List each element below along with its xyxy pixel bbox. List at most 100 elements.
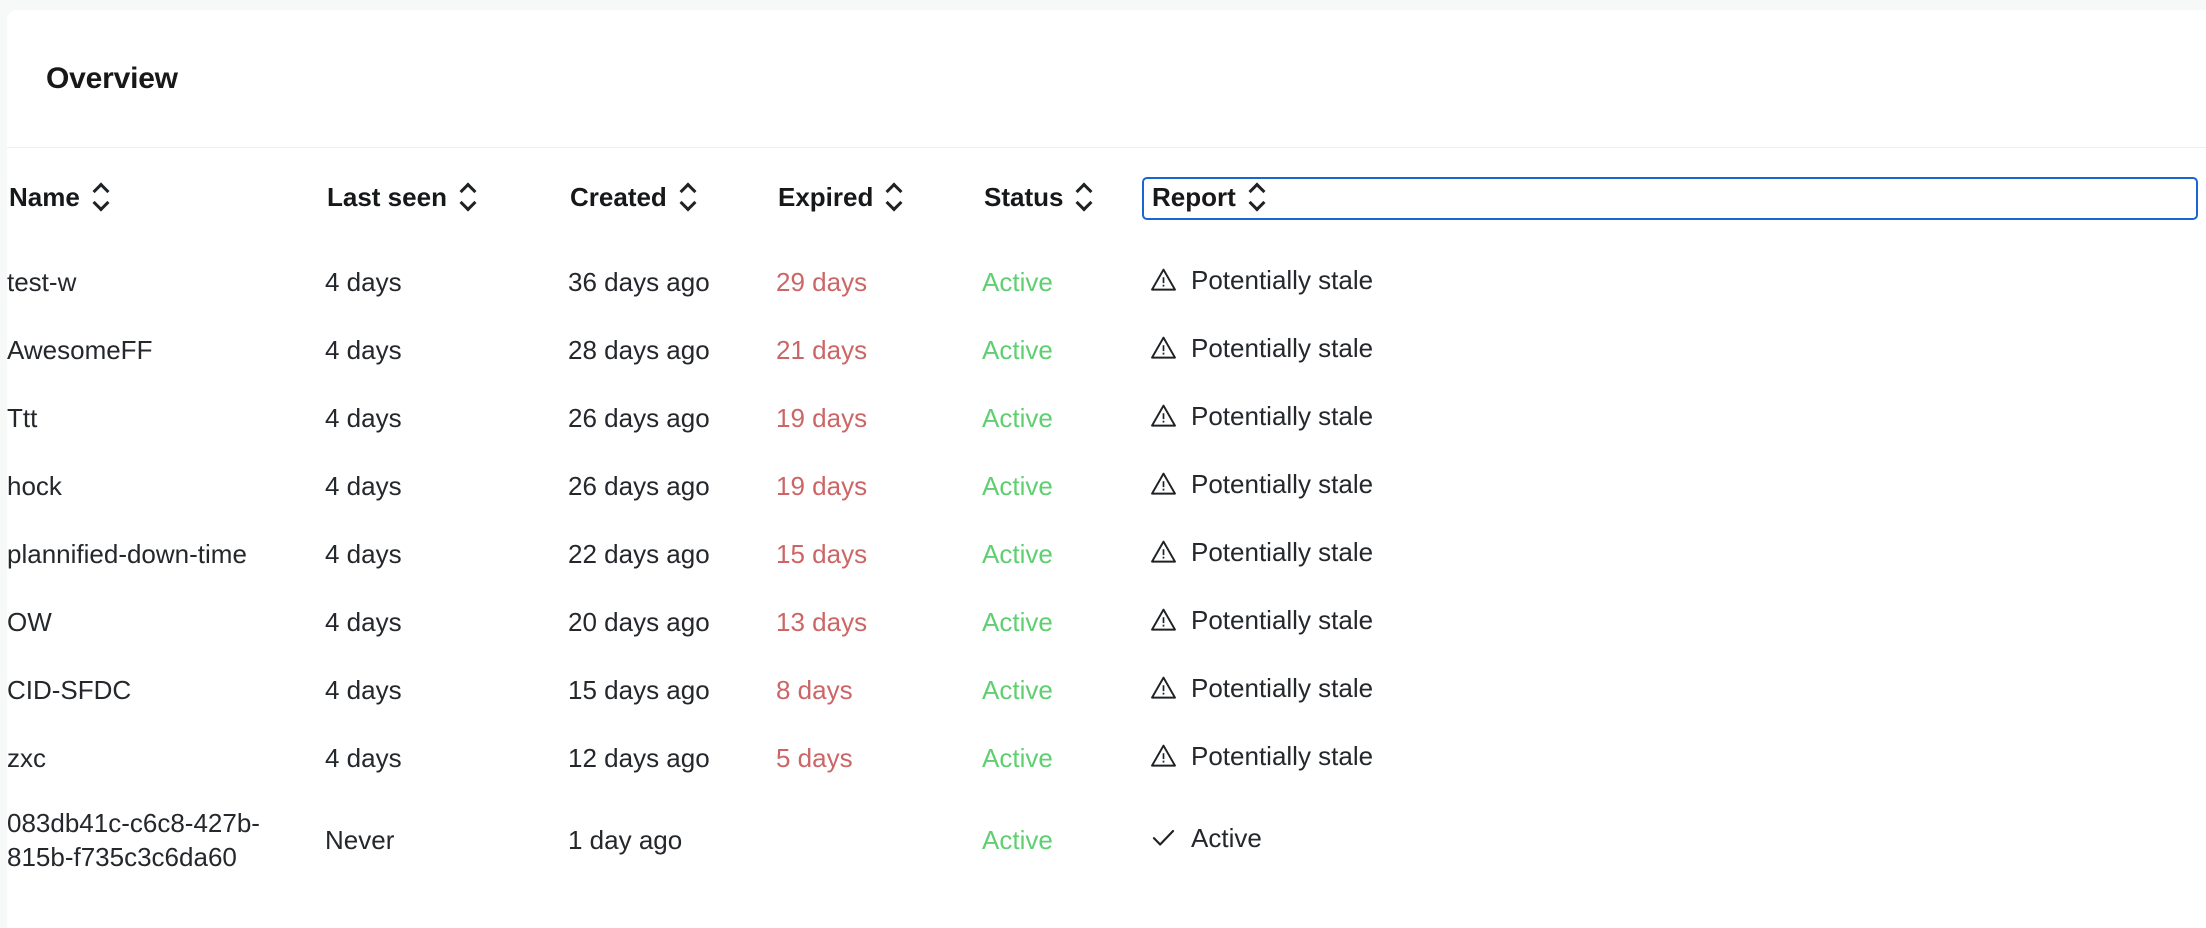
cell-report-text: Active: [1191, 822, 1262, 853]
cell-status: Active: [982, 248, 1150, 316]
cell-report: Active: [1150, 792, 2206, 888]
overview-table: Name Last seen Created Expired Status Re…: [7, 148, 2206, 888]
table-body: test-w 4 days 36 days ago 29 days Active Pote…: [7, 248, 2206, 888]
cell-last-seen-text: 4 days: [325, 674, 402, 705]
column-header-last-seen[interactable]: Last seen: [325, 148, 568, 248]
table-container: Name Last seen Created Expired Status Re…: [7, 148, 2206, 888]
cell-status: Active: [982, 384, 1150, 452]
table-row[interactable]: test-w 4 days 36 days ago 29 days Active Pote…: [7, 248, 2206, 316]
sort-chevrons-icon[interactable]: [1077, 182, 1093, 212]
table-row[interactable]: plannified-down-time 4 days 22 days ago 15 …: [7, 520, 2206, 588]
warning-triangle-icon: [1150, 674, 1177, 701]
cell-name: test-w: [7, 248, 325, 316]
cell-name-text: hock: [7, 470, 62, 501]
cell-last-seen: Never: [325, 792, 568, 888]
cell-status-text: Active: [982, 266, 1053, 297]
cell-name-text: plannified-down-time: [7, 538, 247, 569]
cell-status-text: Active: [982, 334, 1053, 365]
table-row[interactable]: CID-SFDC 4 days 15 days ago 8 days Active Pot…: [7, 656, 2206, 724]
cell-name: AwesomeFF: [7, 316, 325, 384]
cell-name: OW: [7, 588, 325, 656]
cell-expired-text: 8 days: [776, 674, 853, 705]
cell-status-text: Active: [982, 538, 1053, 569]
column-header-report[interactable]: Report: [1142, 148, 2206, 248]
column-header-expired[interactable]: Expired: [776, 148, 982, 248]
table-row[interactable]: OW 4 days 20 days ago 13 days Active Potentia…: [7, 588, 2206, 656]
cell-created-text: 22 days ago: [568, 538, 710, 569]
cell-last-seen: 4 days: [325, 724, 568, 792]
cell-last-seen-text: 4 days: [325, 742, 402, 773]
cell-created-text: 12 days ago: [568, 742, 710, 773]
cell-last-seen: 4 days: [325, 248, 568, 316]
cell-expired: 29 days: [776, 248, 982, 316]
cell-report-text: Potentially stale: [1191, 536, 1374, 567]
cell-name: Ttt: [7, 384, 325, 452]
cell-name: CID-SFDC: [7, 656, 325, 724]
card-header: Overview: [7, 10, 2206, 148]
cell-status: Active: [982, 316, 1150, 384]
cell-status: Active: [982, 588, 1150, 656]
warning-triangle-icon: [1150, 266, 1177, 293]
cell-name-text: OW: [7, 606, 52, 637]
cell-created-text: 26 days ago: [568, 402, 710, 433]
table-row[interactable]: AwesomeFF 4 days 28 days ago 21 days Active P…: [7, 316, 2206, 384]
sort-chevrons-icon[interactable]: [94, 182, 110, 212]
cell-created: 15 days ago: [568, 656, 776, 724]
cell-status-text: Active: [982, 402, 1053, 433]
cell-name-text: zxc: [7, 742, 46, 773]
cell-created-text: 28 days ago: [568, 334, 710, 365]
cell-report: Potentially stale: [1150, 316, 2206, 384]
column-header-status[interactable]: Status: [982, 148, 1150, 248]
table-row[interactable]: 083db41c-c6c8-427b-815b-f735c3c6da60 Neve…: [7, 792, 2206, 888]
sort-chevrons-icon[interactable]: [681, 182, 697, 212]
column-header-report-label: Report: [1152, 181, 1236, 212]
cell-expired: 5 days: [776, 724, 982, 792]
cell-last-seen-text: 4 days: [325, 606, 402, 637]
cell-status-text: Active: [982, 606, 1053, 637]
cell-report: Potentially stale: [1150, 588, 2206, 656]
cell-report-text: Potentially stale: [1191, 332, 1374, 363]
warning-triangle-icon: [1150, 402, 1177, 429]
cell-last-seen: 4 days: [325, 588, 568, 656]
column-header-name[interactable]: Name: [7, 148, 325, 248]
cell-name-text: CID-SFDC: [7, 674, 132, 705]
column-header-name-label: Name: [9, 181, 80, 212]
sort-chevrons-icon[interactable]: [887, 182, 903, 212]
sort-chevrons-icon[interactable]: [461, 182, 477, 212]
table-row[interactable]: zxc 4 days 12 days ago 5 days Active Potentia…: [7, 724, 2206, 792]
table-head: Name Last seen Created Expired Status Re…: [7, 148, 2206, 248]
cell-expired: 19 days: [776, 452, 982, 520]
cell-created: 26 days ago: [568, 452, 776, 520]
cell-last-seen: 4 days: [325, 384, 568, 452]
cell-report-text: Potentially stale: [1191, 468, 1374, 499]
sort-chevrons-icon[interactable]: [1250, 182, 1266, 212]
cell-expired-text: 15 days: [776, 538, 868, 569]
cell-last-seen: 4 days: [325, 520, 568, 588]
table-row[interactable]: hock 4 days 26 days ago 19 days Active Potent…: [7, 452, 2206, 520]
cell-last-seen-text: 4 days: [325, 538, 402, 569]
warning-triangle-icon: [1150, 742, 1177, 769]
cell-last-seen-text: 4 days: [325, 334, 402, 365]
cell-created-text: 15 days ago: [568, 674, 710, 705]
cell-expired-text: 13 days: [776, 606, 868, 637]
cell-name-text: test-w: [7, 266, 77, 297]
table-row[interactable]: Ttt 4 days 26 days ago 19 days Active Potenti…: [7, 384, 2206, 452]
cell-created-text: 1 day ago: [568, 824, 683, 855]
column-header-created[interactable]: Created: [568, 148, 776, 248]
cell-created: 12 days ago: [568, 724, 776, 792]
cell-status: Active: [982, 656, 1150, 724]
cell-report-text: Potentially stale: [1191, 740, 1374, 771]
cell-last-seen-text: 4 days: [325, 470, 402, 501]
cell-expired: 19 days: [776, 384, 982, 452]
cell-name-text: AwesomeFF: [7, 334, 153, 365]
cell-report: Potentially stale: [1150, 656, 2206, 724]
cell-expired-text: 19 days: [776, 402, 868, 433]
cell-created: 20 days ago: [568, 588, 776, 656]
page-root: Overview Name Last seen Created Expired …: [0, 0, 2206, 928]
cell-status: Active: [982, 724, 1150, 792]
cell-created-text: 26 days ago: [568, 470, 710, 501]
cell-created: 28 days ago: [568, 316, 776, 384]
cell-status: Active: [982, 792, 1150, 888]
cell-expired: [776, 792, 982, 888]
cell-report-text: Potentially stale: [1191, 604, 1374, 635]
